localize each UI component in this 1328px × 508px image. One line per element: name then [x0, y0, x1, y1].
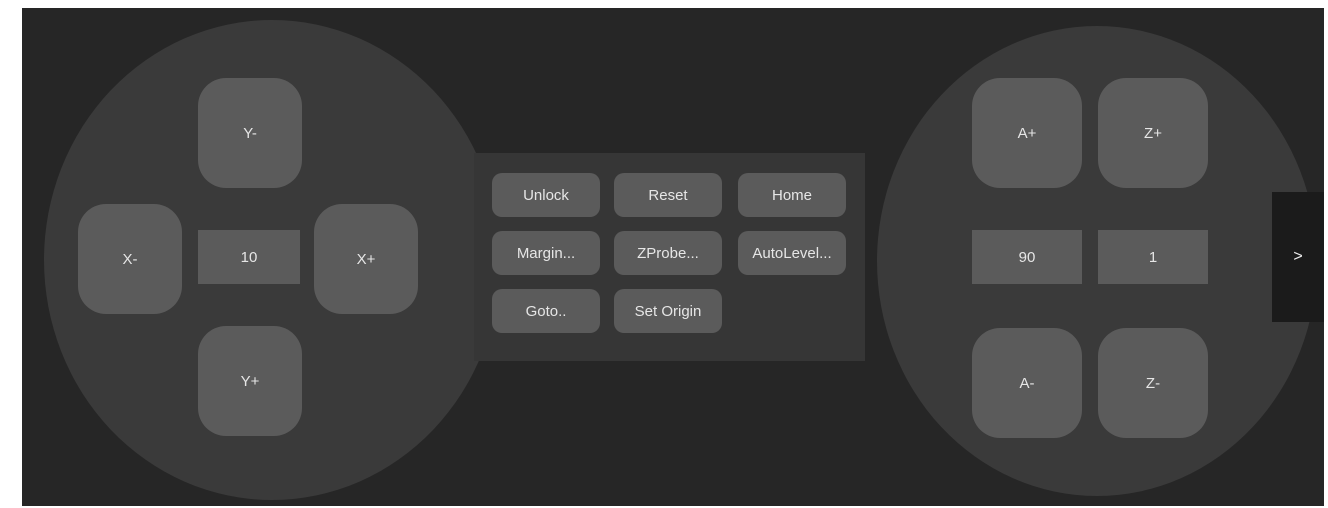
a-plus-button[interactable]: A+ [972, 78, 1082, 188]
x-minus-button[interactable]: X- [78, 204, 182, 314]
home-button[interactable]: Home [738, 173, 846, 217]
xy-step-input[interactable] [198, 230, 300, 284]
set-origin-button[interactable]: Set Origin [614, 289, 722, 333]
y-minus-button[interactable]: Y- [198, 78, 302, 188]
expand-panel-button[interactable]: > [1272, 192, 1324, 322]
a-minus-button[interactable]: A- [972, 328, 1082, 438]
zprobe-button[interactable]: ZProbe... [614, 231, 722, 275]
az-pad-background [877, 26, 1317, 496]
x-plus-button[interactable]: X+ [314, 204, 418, 314]
autolevel-button[interactable]: AutoLevel... [738, 231, 846, 275]
y-plus-button[interactable]: Y+ [198, 326, 302, 436]
margin-button[interactable]: Margin... [492, 231, 600, 275]
unlock-button[interactable]: Unlock [492, 173, 600, 217]
jog-control-panel: Y- X- X+ Y+ Unlock Reset Home Margin... … [22, 8, 1324, 506]
reset-button[interactable]: Reset [614, 173, 722, 217]
command-panel: Unlock Reset Home Margin... ZProbe... Au… [474, 153, 865, 361]
z-step-input[interactable] [1098, 230, 1208, 284]
a-step-input[interactable] [972, 230, 1082, 284]
z-minus-button[interactable]: Z- [1098, 328, 1208, 438]
goto-button[interactable]: Goto.. [492, 289, 600, 333]
z-plus-button[interactable]: Z+ [1098, 78, 1208, 188]
